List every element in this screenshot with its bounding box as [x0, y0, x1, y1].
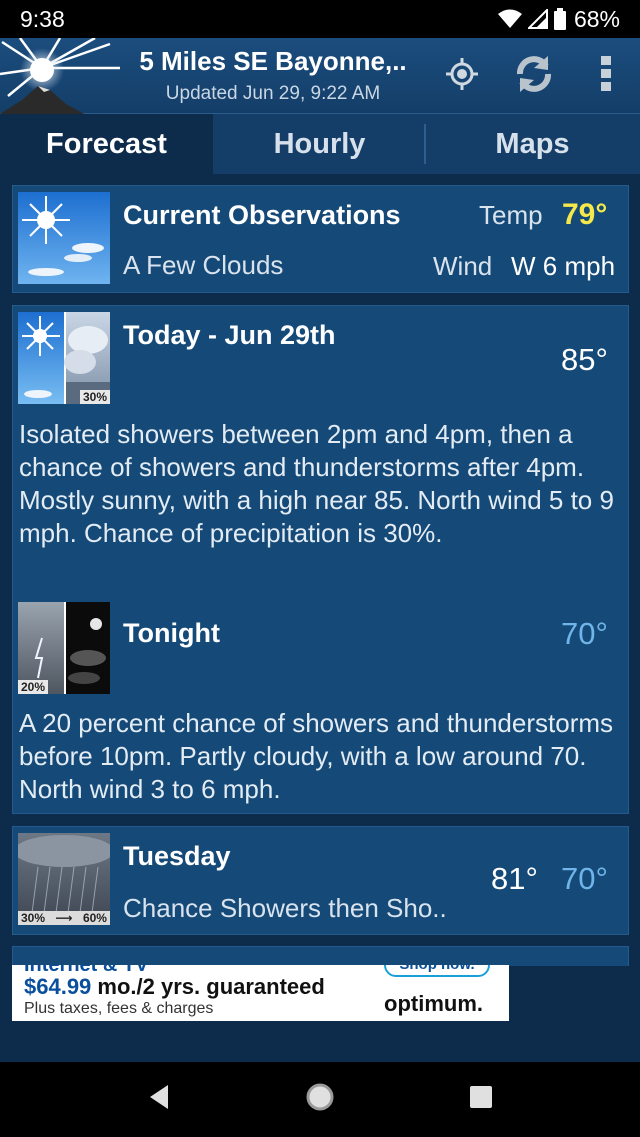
signal-icon [527, 9, 548, 29]
tab-maps[interactable]: Maps [426, 114, 639, 174]
updated-time: Updated Jun 29, 9:22 AM [165, 83, 381, 104]
system-nav-bar [0, 1062, 640, 1137]
today-pop-badge: 30% [79, 390, 110, 404]
status-icons: 68% [497, 5, 620, 33]
ad-offer: mo./2 yrs. guaranteed [97, 974, 325, 999]
next-forecast-card[interactable] [12, 946, 629, 966]
status-bar: 9:38 68% [0, 0, 640, 38]
ad-price: $64.99 [24, 974, 92, 999]
ad-brand: optimum. [384, 991, 483, 1016]
today-title: Today - Jun 29th [123, 320, 336, 350]
ad-banner[interactable]: Internet & TV $64.99 mo./2 yrs. guarante… [12, 965, 509, 1021]
tstorm-night-icon: 20% [18, 602, 110, 694]
tonight-description: A 20 percent chance of showers and thund… [19, 708, 614, 804]
sunny-then-tstorm-icon: 30% [18, 312, 110, 404]
header-text: 5 Miles SE Bayonne,.. Updated Jun 29, 9:… [128, 46, 418, 105]
tonight-pop-badge: 20% [18, 680, 49, 694]
tab-forecast[interactable]: Forecast [0, 114, 213, 174]
tab-bar: Forecast Hourly Maps [0, 114, 640, 174]
home-icon[interactable] [305, 1082, 335, 1117]
tuesday-pop-badge: 30% ⟶ 60% [18, 911, 110, 925]
more-vert-icon [600, 55, 612, 97]
today-high-temp: 85° [561, 342, 608, 377]
arrow-right-icon: ⟶ [55, 911, 73, 925]
battery-percent: 68% [573, 5, 620, 32]
tab-hourly-label: Hourly [273, 127, 366, 160]
ad-shop-button[interactable]: Shop now. [384, 965, 490, 977]
ad-fineprint: Plus taxes, fees & charges [24, 1000, 214, 1017]
ad-offer-line: $64.99 mo./2 yrs. guaranteed [24, 974, 325, 1000]
location-icon [445, 57, 479, 96]
wifi-icon [497, 9, 522, 29]
detailed-forecast-card[interactable]: 30% Today - Jun 29th 85° Isolated shower… [12, 305, 629, 814]
recents-icon[interactable] [468, 1084, 494, 1115]
current-condition: A Few Clouds [123, 250, 284, 280]
today-description: Isolated showers between 2pm and 4pm, th… [19, 419, 614, 548]
app-header: 5 Miles SE Bayonne,.. Updated Jun 29, 9:… [0, 36, 640, 114]
location-title[interactable]: 5 Miles SE Bayonne,.. [128, 46, 418, 77]
app-logo [0, 36, 125, 114]
current-observations-title: Current Observations [123, 200, 401, 230]
tuesday-pop-end: 60% [82, 911, 107, 925]
refresh-button[interactable] [510, 52, 558, 100]
status-time: 9:38 [20, 5, 65, 32]
tuesday-pop-start: 30% [21, 911, 46, 925]
tonight-low-temp: 70° [561, 616, 608, 651]
back-icon[interactable] [146, 1083, 172, 1116]
location-button[interactable] [438, 52, 486, 100]
tab-maps-label: Maps [495, 127, 570, 160]
current-wind: W 6 mph [511, 251, 616, 281]
tuesday-summary: Chance Showers then Sho.. [123, 893, 447, 923]
overflow-menu-button[interactable] [582, 52, 630, 100]
tab-hourly[interactable]: Hourly [213, 114, 426, 174]
battery-icon [553, 8, 566, 30]
temp-label: Temp [479, 200, 543, 230]
current-observations-card[interactable]: Current Observations A Few Clouds Temp 7… [12, 185, 629, 293]
showers-icon: 30% ⟶ 60% [18, 833, 110, 925]
tuesday-high-temp: 81° [491, 861, 538, 896]
tonight-title: Tonight [123, 618, 220, 648]
wind-label: Wind [433, 251, 493, 281]
tuesday-low-temp: 70° [561, 861, 608, 896]
few-clouds-icon [18, 192, 110, 284]
tuesday-card[interactable]: 30% ⟶ 60% Tuesday 81° 70° Chance Showers… [12, 826, 629, 935]
tuesday-title: Tuesday [123, 841, 231, 871]
tab-forecast-label: Forecast [46, 127, 167, 160]
refresh-icon [512, 52, 556, 101]
current-temp: 79° [562, 198, 608, 231]
